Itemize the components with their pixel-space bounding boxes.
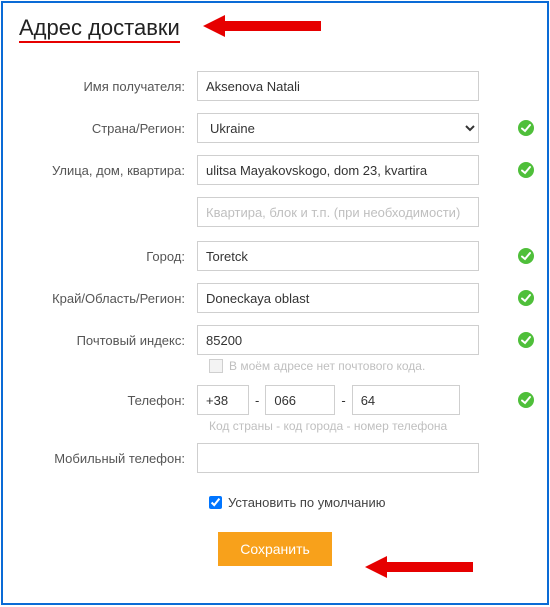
callout-arrow-save bbox=[365, 552, 475, 585]
no-zip-label: В моём адресе нет почтового кода. bbox=[229, 359, 425, 373]
phone-country-input[interactable] bbox=[197, 385, 249, 415]
phone-hint: Код страны - код города - номер телефона bbox=[209, 419, 533, 433]
phone-city-input[interactable] bbox=[265, 385, 335, 415]
check-icon bbox=[517, 161, 535, 179]
check-icon bbox=[517, 331, 535, 349]
city-input[interactable] bbox=[197, 241, 479, 271]
page-title-text: Адрес доставки bbox=[19, 15, 180, 43]
street-input[interactable] bbox=[197, 155, 479, 185]
check-icon bbox=[517, 289, 535, 307]
check-icon bbox=[517, 391, 535, 409]
region-input[interactable] bbox=[197, 283, 479, 313]
recipient-input[interactable] bbox=[197, 71, 479, 101]
phone-number-input[interactable] bbox=[352, 385, 460, 415]
mobile-label: Мобильный телефон: bbox=[17, 451, 197, 466]
default-checkbox-label: Установить по умолчанию bbox=[228, 495, 385, 510]
check-icon bbox=[517, 247, 535, 265]
region-label: Край/Область/Регион: bbox=[17, 291, 197, 306]
zip-label: Почтовый индекс: bbox=[17, 333, 197, 348]
callout-arrow-title bbox=[203, 11, 323, 44]
phone-label: Телефон: bbox=[17, 393, 197, 408]
save-button[interactable]: Сохранить bbox=[218, 532, 332, 566]
country-label: Страна/Регион: bbox=[17, 121, 197, 136]
apartment-input[interactable] bbox=[197, 197, 479, 227]
check-icon bbox=[517, 119, 535, 137]
street-label: Улица, дом, квартира: bbox=[17, 163, 197, 178]
recipient-label: Имя получателя: bbox=[17, 79, 197, 94]
no-zip-row: В моём адресе нет почтового кода. bbox=[209, 359, 533, 373]
country-select[interactable]: Ukraine bbox=[197, 113, 479, 143]
zip-input[interactable] bbox=[197, 325, 479, 355]
no-zip-checkbox bbox=[209, 359, 223, 373]
mobile-input[interactable] bbox=[197, 443, 479, 473]
city-label: Город: bbox=[17, 249, 197, 264]
default-checkbox[interactable] bbox=[209, 496, 222, 509]
